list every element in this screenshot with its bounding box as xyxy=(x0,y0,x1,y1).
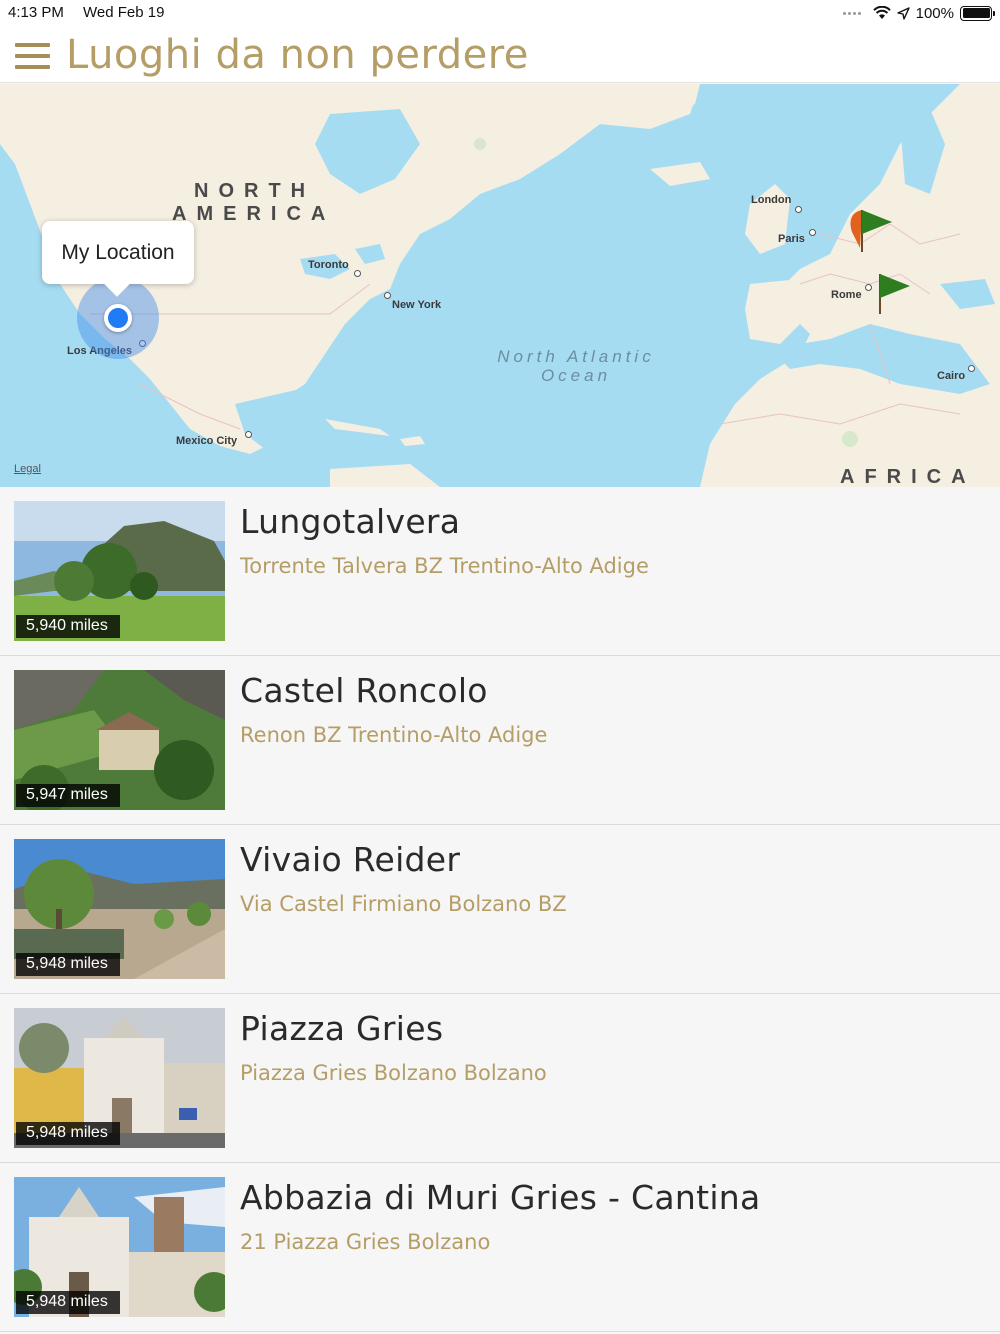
continent-label: AFRICA xyxy=(840,466,976,487)
city-label: Rome xyxy=(831,289,862,301)
city-label: Mexico City xyxy=(176,435,238,447)
city-marker xyxy=(795,206,802,213)
orange-flag-pin-icon[interactable] xyxy=(846,208,896,254)
status-time: 4:13 PM xyxy=(8,4,64,21)
status-bar: 4:13 PM Wed Feb 19 100% xyxy=(0,0,1000,28)
list-item[interactable]: 5,940 miles Lungotalvera Torrente Talver… xyxy=(0,487,1000,656)
ocean-label: North Atlantic Ocean xyxy=(497,347,655,385)
wifi-icon xyxy=(872,6,891,19)
city-label: New York xyxy=(392,299,442,311)
legal-link[interactable]: Legal xyxy=(14,463,41,475)
list-item[interactable]: 5,948 miles Abbazia di Muri Gries - Cant… xyxy=(0,1163,1000,1332)
city-marker xyxy=(245,431,252,438)
map-landmass xyxy=(0,84,1000,487)
city-marker xyxy=(809,229,816,236)
status-right: 100% xyxy=(842,3,995,23)
battery-icon xyxy=(960,5,995,21)
city-marker xyxy=(354,270,361,277)
location-arrow-icon xyxy=(896,6,910,20)
place-name: Vivaio Reider xyxy=(240,840,461,879)
battery-percent: 100% xyxy=(915,4,954,22)
place-address: Torrente Talvera BZ Trentino-Alto Adige xyxy=(240,554,649,578)
place-thumbnail: 5,948 miles xyxy=(14,1177,225,1317)
my-location-callout[interactable]: My Location xyxy=(42,221,194,284)
place-thumbnail: 5,940 miles xyxy=(14,501,225,641)
continent-label: NORTH xyxy=(194,180,316,202)
list-item[interactable]: 5,948 miles Piazza Gries Piazza Gries Bo… xyxy=(0,994,1000,1163)
place-thumbnail: 5,948 miles xyxy=(14,839,225,979)
places-list: 5,940 miles Lungotalvera Torrente Talver… xyxy=(0,487,1000,1332)
green-flag-pin-icon[interactable] xyxy=(876,272,914,316)
list-item[interactable]: 5,947 miles Castel Roncolo Renon BZ Tren… xyxy=(0,656,1000,825)
page-title: Luoghi da non perdere xyxy=(66,32,529,78)
place-name: Abbazia di Muri Gries - Cantina xyxy=(240,1178,761,1217)
city-label: Paris xyxy=(778,233,805,245)
city-label: Cairo xyxy=(937,370,966,382)
nav-header: Luoghi da non perdere xyxy=(0,28,1000,83)
city-marker xyxy=(968,365,975,372)
place-thumbnail: 5,947 miles xyxy=(14,670,225,810)
place-address: Renon BZ Trentino-Alto Adige xyxy=(240,723,548,747)
place-address: Piazza Gries Bolzano Bolzano xyxy=(240,1061,547,1085)
map-view[interactable]: NORTH AMERICA AFRICA North Atlantic Ocea… xyxy=(0,84,1000,487)
place-address: 21 Piazza Gries Bolzano xyxy=(240,1230,491,1254)
distance-badge: 5,948 miles xyxy=(16,1122,120,1145)
place-name: Piazza Gries xyxy=(240,1009,444,1048)
city-label: London xyxy=(751,194,792,206)
place-thumbnail: 5,948 miles xyxy=(14,1008,225,1148)
place-name: Castel Roncolo xyxy=(240,671,488,710)
user-location-dot[interactable] xyxy=(104,304,132,332)
status-date: Wed Feb 19 xyxy=(83,4,165,21)
place-address: Via Castel Firmiano Bolzano BZ xyxy=(240,892,567,916)
distance-badge: 5,940 miles xyxy=(16,615,120,638)
distance-badge: 5,947 miles xyxy=(16,784,120,807)
list-item[interactable]: 5,948 miles Vivaio Reider Via Castel Fir… xyxy=(0,825,1000,994)
city-marker xyxy=(865,284,872,291)
place-name: Lungotalvera xyxy=(240,502,461,541)
distance-badge: 5,948 miles xyxy=(16,1291,120,1314)
signal-dots-icon xyxy=(842,11,861,15)
continent-label: AMERICA xyxy=(172,203,336,225)
distance-badge: 5,948 miles xyxy=(16,953,120,976)
hamburger-menu-icon[interactable] xyxy=(15,43,50,69)
city-label: Toronto xyxy=(308,259,349,271)
city-marker xyxy=(384,292,391,299)
